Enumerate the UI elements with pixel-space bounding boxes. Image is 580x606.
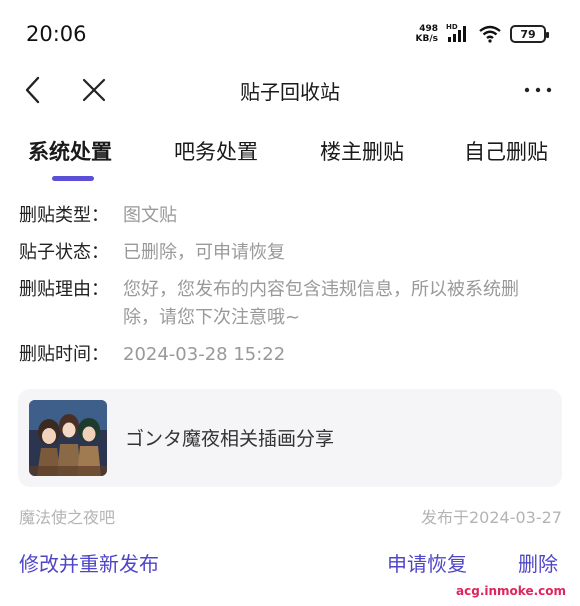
info-row-reason: 删贴理由： 您好，您发布的内容包含违规信息，所以被系统删除，请您下次注意哦~: [19, 276, 559, 332]
info-label: 贴子状态：: [19, 242, 109, 263]
tab-system[interactable]: 系统处置: [28, 136, 112, 166]
info-row-time: 删贴时间： 2024-03-28 15:22: [19, 341, 559, 369]
deletion-info: 删贴类型： 图文贴 贴子状态： 已删除，可申请恢复 删贴理由： 您好，您发布的内…: [19, 202, 559, 378]
post-card[interactable]: ゴンタ魔夜相关插画分享: [18, 389, 562, 487]
tab-indicator: [52, 176, 94, 181]
info-row-status: 贴子状态： 已删除，可申请恢复: [19, 239, 559, 267]
post-title: ゴンタ魔夜相关插画分享: [125, 428, 335, 450]
info-value: 您好，您发布的内容包含违规信息，所以被系统删除，请您下次注意哦~: [123, 279, 519, 328]
chevron-left-icon[interactable]: [20, 74, 48, 106]
edit-republish-button[interactable]: 修改并重新发布: [19, 548, 159, 577]
tab-self[interactable]: 自己删贴: [464, 136, 548, 166]
restore-button[interactable]: 申请恢复: [387, 548, 467, 577]
info-value: 已删除，可申请恢复: [123, 242, 285, 263]
delete-button[interactable]: 删除: [518, 548, 558, 577]
signal-icon: HD: [446, 23, 470, 43]
status-time: 20:06: [26, 22, 87, 46]
status-icons: 498 KB/s HD 79: [416, 23, 549, 44]
info-label: 删贴类型：: [19, 205, 109, 226]
tab-bar: 系统处置 吧务处置 楼主删贴 自己删贴: [0, 128, 580, 184]
info-label: 删贴时间：: [19, 344, 109, 365]
info-value: 2024-03-28 15:22: [123, 344, 286, 365]
publish-date: 发布于2024-03-27: [421, 508, 562, 527]
watermark: acg.inmoke.com: [456, 584, 566, 598]
nav-bar: 贴子回收站: [0, 68, 580, 112]
forum-name[interactable]: 魔法使之夜吧: [19, 504, 115, 528]
tab-admin[interactable]: 吧务处置: [174, 136, 258, 166]
tab-owner[interactable]: 楼主删贴: [320, 136, 404, 166]
info-label: 删贴理由：: [19, 279, 109, 300]
post-thumbnail: [29, 400, 107, 476]
net-speed-value: 498: [419, 24, 438, 34]
wifi-icon: [478, 25, 502, 43]
battery-icon: 79: [510, 25, 549, 43]
net-speed-unit: KB/s: [415, 34, 438, 44]
close-icon[interactable]: [80, 76, 108, 104]
status-bar: 20:06 498 KB/s HD 79: [0, 0, 580, 68]
info-value: 图文贴: [123, 205, 177, 226]
info-row-type: 删贴类型： 图文贴: [19, 202, 559, 230]
more-icon[interactable]: [522, 78, 554, 102]
net-speed: 498 KB/s: [416, 24, 438, 44]
